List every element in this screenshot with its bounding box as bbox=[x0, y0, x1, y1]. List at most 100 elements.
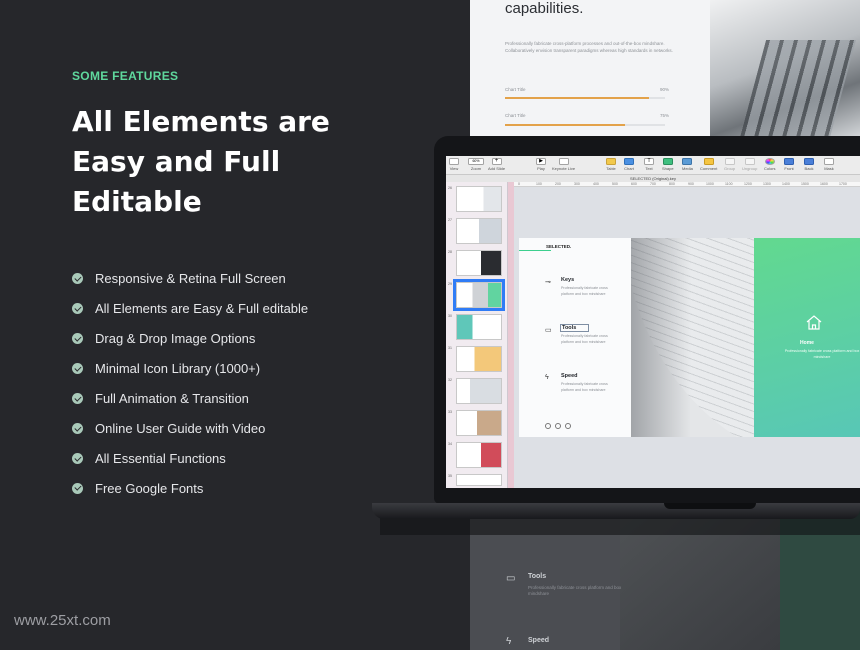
slide-navigator[interactable]: 26 27 28 29 30 31 32 33 34 35 bbox=[446, 182, 514, 488]
social-icon[interactable] bbox=[565, 423, 571, 429]
zoom-value: 60% bbox=[468, 158, 484, 165]
colors-button[interactable]: Colors bbox=[764, 158, 776, 171]
keynote-live-icon bbox=[558, 158, 569, 165]
slide-thumbnail-selected[interactable]: 29 bbox=[448, 279, 505, 311]
slide-text-panel: SELECTED. ⊸ Keys Professionally fabricat… bbox=[519, 238, 631, 437]
play-button[interactable]: ▶ Play bbox=[536, 158, 546, 171]
feature-item: All Elements are Easy & Full editable bbox=[72, 294, 308, 324]
social-icon[interactable] bbox=[545, 423, 551, 429]
toolbar: View 60% Zoom + Add Slide ▶ Play Keynote Li… bbox=[446, 156, 860, 175]
front-icon bbox=[784, 158, 794, 165]
mask-button[interactable]: Mask bbox=[824, 158, 834, 171]
keynote-window: View 60% Zoom + Add Slide ▶ Play Keynote Li… bbox=[446, 156, 860, 488]
comment-icon bbox=[703, 158, 714, 165]
architecture-image[interactable] bbox=[631, 238, 754, 437]
feature-label: Online User Guide with Video bbox=[95, 420, 266, 436]
text-button[interactable]: T Text bbox=[644, 158, 654, 171]
section-kicker: SOME FEATURES bbox=[72, 69, 179, 83]
chart-title: Chart Title bbox=[505, 87, 526, 92]
social-icon[interactable] bbox=[555, 423, 561, 429]
check-circle-icon bbox=[72, 363, 83, 375]
title-line: Easy and Full bbox=[72, 145, 281, 178]
play-icon: ▶ bbox=[536, 158, 546, 165]
title-line: Editable bbox=[72, 185, 202, 218]
check-circle-icon bbox=[72, 333, 83, 345]
slide-thumbnail[interactable]: 27 bbox=[448, 218, 502, 244]
chart-bar bbox=[505, 124, 625, 126]
chart-bar bbox=[505, 97, 649, 99]
feature-label: Free Google Fonts bbox=[95, 480, 204, 496]
media-button[interactable]: Media bbox=[682, 158, 693, 171]
feature-label: Responsive & Retina Full Screen bbox=[95, 271, 286, 287]
home-title: Home bbox=[800, 340, 814, 346]
background-speed-label: Speed bbox=[528, 637, 550, 644]
feature-label: All Elements are Easy & Full editable bbox=[95, 301, 309, 317]
shape-icon bbox=[662, 158, 673, 165]
feature-item: Free Google Fonts bbox=[72, 473, 308, 503]
colors-icon bbox=[764, 158, 775, 165]
table-button[interactable]: Table bbox=[606, 158, 616, 171]
check-circle-icon bbox=[72, 422, 83, 434]
slide-thumbnail[interactable]: 26 bbox=[448, 186, 502, 212]
feature-item: Responsive & Retina Full Screen bbox=[72, 264, 308, 294]
laptop-base bbox=[372, 503, 860, 519]
background-heading: capabilities. bbox=[505, 0, 584, 17]
home-panel[interactable]: Home Professionally fabricate cross plat… bbox=[754, 238, 860, 437]
ungroup-icon bbox=[744, 158, 755, 165]
check-circle-icon bbox=[72, 393, 83, 404]
lightning-icon: ϟ bbox=[545, 374, 549, 381]
slide-thumbnail[interactable]: 35 bbox=[448, 474, 502, 486]
check-circle-icon bbox=[72, 273, 83, 285]
front-button[interactable]: Front bbox=[784, 158, 794, 171]
feature-label: Drag & Drop Image Options bbox=[95, 331, 256, 347]
add-slide-button[interactable]: + Add Slide bbox=[488, 158, 505, 171]
lightning-icon: ϟ bbox=[506, 636, 512, 647]
text-icon: T bbox=[644, 158, 654, 165]
feature-label: Minimal Icon Library (1000+) bbox=[95, 361, 261, 377]
document-title: SELECTED (Original).key bbox=[446, 175, 860, 182]
shape-button[interactable]: Shape bbox=[662, 158, 674, 171]
media-icon bbox=[682, 158, 693, 165]
chart-button[interactable]: Chart bbox=[624, 158, 634, 171]
back-button[interactable]: Back bbox=[804, 158, 814, 171]
home-description: Professionally fabricate cross platform … bbox=[784, 349, 860, 359]
title-line: All Elements are bbox=[72, 105, 330, 138]
background-tools-desc: Professionally fabricate cross platform … bbox=[528, 585, 622, 596]
slide-thumbnail[interactable]: 30 bbox=[448, 314, 502, 340]
slide-thumbnail[interactable]: 31 bbox=[448, 346, 502, 372]
brand-underline bbox=[519, 250, 551, 251]
table-icon bbox=[606, 158, 616, 165]
feature-list: Responsive & Retina Full Screen All Elem… bbox=[72, 264, 308, 503]
page-title: All Elements are Easy and Full Editable bbox=[72, 102, 362, 222]
chart-value: 90% bbox=[660, 87, 670, 92]
watermark: www.25xt.com bbox=[14, 612, 111, 629]
feature-item: All Essential Functions bbox=[72, 443, 308, 473]
home-icon bbox=[806, 315, 822, 330]
chart-title: Chart Title bbox=[505, 113, 526, 118]
slide-thumbnail[interactable]: 34 bbox=[448, 442, 502, 468]
slide[interactable]: SELECTED. ⊸ Keys Professionally fabricat… bbox=[519, 238, 860, 437]
mask-icon bbox=[824, 158, 834, 165]
zoom-control[interactable]: 60% Zoom bbox=[468, 158, 484, 171]
slide-thumbnail[interactable]: 32 bbox=[448, 378, 502, 404]
slide-brand[interactable]: SELECTED. bbox=[546, 244, 571, 249]
view-button[interactable]: View bbox=[449, 158, 459, 171]
group-button[interactable]: Group bbox=[724, 158, 735, 171]
chart-value: 75% bbox=[660, 113, 670, 118]
key-icon: ⊸ bbox=[545, 279, 551, 286]
chart-icon bbox=[624, 158, 634, 165]
architecture-photo bbox=[710, 0, 860, 140]
keynote-live-button[interactable]: Keynote Live bbox=[552, 158, 575, 171]
social-icons bbox=[545, 423, 571, 429]
feature-label: Full Animation & Transition bbox=[95, 391, 249, 406]
comment-button[interactable]: Comment bbox=[700, 158, 717, 171]
feature-item: Online User Guide with Video bbox=[72, 413, 308, 443]
slide-canvas[interactable]: SELECTED. ⊸ Keys Professionally fabricat… bbox=[514, 187, 860, 488]
check-circle-icon bbox=[72, 452, 83, 464]
background-description: Professionally fabricate cross-platform … bbox=[505, 41, 673, 53]
slide-thumbnail[interactable]: 33 bbox=[448, 410, 502, 436]
slide-thumbnail[interactable]: 28 bbox=[448, 250, 502, 276]
back-icon bbox=[804, 158, 814, 165]
ungroup-button[interactable]: Ungroup bbox=[742, 158, 757, 171]
feature-item: Full Animation & Transition bbox=[72, 384, 308, 414]
